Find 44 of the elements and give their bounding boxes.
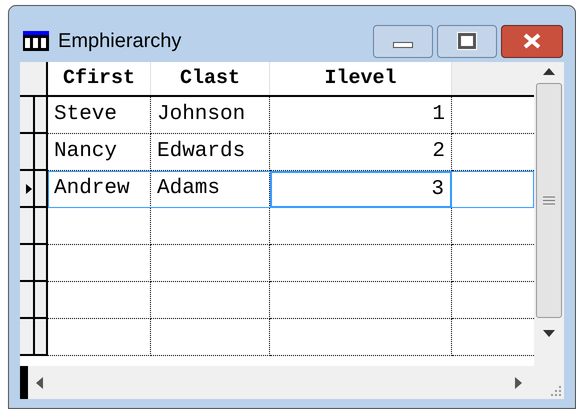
table-cell[interactable]: [270, 208, 452, 245]
table-cell[interactable]: Adams: [151, 171, 270, 208]
minimize-button[interactable]: [373, 24, 433, 58]
table-cell[interactable]: 2: [270, 134, 452, 171]
maximize-button[interactable]: [437, 24, 497, 58]
grip-icon: [543, 196, 555, 205]
table-cell[interactable]: [151, 319, 270, 356]
current-row-icon: [26, 184, 32, 194]
table-cell[interactable]: [48, 319, 151, 356]
table-cell[interactable]: [270, 245, 452, 282]
window-title: Emphierarchy: [58, 29, 182, 54]
column-header[interactable]: Clast: [151, 62, 270, 95]
table-cell[interactable]: 1: [270, 97, 452, 134]
scroll-left-icon: [36, 376, 43, 388]
record-selector[interactable]: [20, 97, 48, 134]
table-cell[interactable]: Nancy: [48, 134, 151, 171]
table-cell[interactable]: [151, 245, 270, 282]
close-button[interactable]: [501, 24, 563, 58]
vertical-scrollbar[interactable]: [534, 62, 564, 366]
table-cell[interactable]: 3: [270, 171, 452, 208]
table-cell[interactable]: [48, 208, 151, 245]
table-cell[interactable]: [151, 282, 270, 319]
scroll-thumb[interactable]: [536, 83, 562, 318]
table-cell[interactable]: Steve: [48, 97, 151, 134]
record-selector[interactable]: [20, 134, 48, 171]
scroll-up-icon: [543, 68, 555, 75]
column-header[interactable]: Ilevel: [270, 62, 452, 95]
table-cell[interactable]: [151, 208, 270, 245]
horizontal-scrollbar[interactable]: [20, 366, 534, 399]
table-cell[interactable]: Johnson: [151, 97, 270, 134]
record-selector[interactable]: [20, 171, 48, 208]
table-row[interactable]: Andrew Adams 3: [48, 171, 534, 208]
table-cell[interactable]: [48, 282, 151, 319]
column-header[interactable]: Cfirst: [48, 62, 151, 95]
table-cell[interactable]: [48, 245, 151, 282]
table-cell[interactable]: Edwards: [151, 134, 270, 171]
close-icon: [522, 33, 542, 49]
table-icon: [23, 31, 49, 51]
scroll-right-icon: [515, 376, 522, 388]
table-cell[interactable]: [270, 282, 452, 319]
table-cell[interactable]: [270, 319, 452, 356]
scroll-down-icon: [543, 330, 555, 337]
resize-grip-icon: [550, 385, 562, 397]
table-cell[interactable]: Andrew: [48, 171, 151, 208]
